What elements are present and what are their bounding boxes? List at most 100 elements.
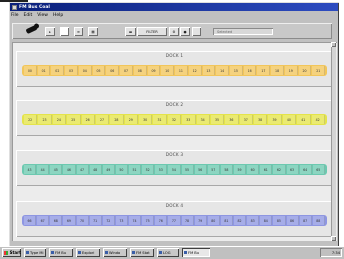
dock-slot[interactable]: 32: [167, 115, 182, 124]
dock-slot[interactable]: 69: [63, 216, 76, 225]
dock-slot[interactable]: 85: [273, 216, 286, 225]
dock-slot[interactable]: 72: [102, 216, 115, 225]
dock-slot[interactable]: 25: [67, 115, 81, 124]
dock-slot[interactable]: 77: [168, 216, 181, 225]
select-tool-button[interactable]: ▸: [45, 27, 55, 36]
dock-slot[interactable]: 83: [247, 216, 260, 225]
dock-slot[interactable]: 74: [129, 216, 142, 225]
new-button[interactable]: [60, 27, 69, 36]
dock-slot[interactable]: 54: [168, 165, 181, 174]
dock-slot[interactable]: 61: [260, 165, 273, 174]
dock-slot[interactable]: 76: [155, 216, 168, 225]
task-button-6[interactable]: LOG: [157, 248, 179, 257]
dock-slot[interactable]: 88: [312, 216, 325, 225]
dock-slot[interactable]: 09: [147, 66, 161, 75]
dock-slot[interactable]: 06: [106, 66, 120, 75]
menu-edit[interactable]: Edit: [24, 13, 33, 18]
dock-slot[interactable]: 79: [194, 216, 207, 225]
dock-slot[interactable]: 82: [234, 216, 247, 225]
dock-slot[interactable]: 64: [299, 165, 312, 174]
dock-slot[interactable]: 23: [38, 115, 52, 124]
dock-slot[interactable]: 46: [63, 165, 76, 174]
start-button[interactable]: Start: [2, 248, 21, 257]
clock[interactable]: 7:34: [332, 251, 340, 255]
dock-slot[interactable]: 08: [133, 66, 147, 75]
title-bar[interactable]: FM Bus Coal: [10, 3, 338, 11]
dock-slot[interactable]: 26: [81, 115, 95, 124]
dock-slot[interactable]: 52: [142, 165, 155, 174]
dock-slot[interactable]: 59: [234, 165, 247, 174]
dock-slot[interactable]: 19: [284, 66, 298, 75]
dock-slot[interactable]: 44: [37, 165, 50, 174]
dock-slot[interactable]: 34: [196, 115, 210, 124]
dock-slot[interactable]: 86: [286, 216, 299, 225]
dock-slot[interactable]: 65: [312, 165, 325, 174]
dock-slot[interactable]: 07: [120, 66, 133, 75]
dock-slot[interactable]: 10: [161, 66, 175, 75]
menu-file[interactable]: File: [11, 13, 19, 18]
dock-slot[interactable]: 81: [220, 216, 233, 225]
dock-slot[interactable]: 73: [115, 216, 128, 225]
dock-slot[interactable]: 36: [225, 115, 239, 124]
menu-view[interactable]: View: [37, 13, 48, 18]
help-button[interactable]: ●: [180, 27, 190, 36]
task-button-3[interactable]: Explori: [76, 248, 100, 257]
dock-slot[interactable]: 55: [181, 165, 194, 174]
tool-button[interactable]: ⚙: [169, 27, 179, 36]
dock-slot[interactable]: 39: [268, 115, 282, 124]
dock-slot[interactable]: 45: [50, 165, 63, 174]
dock-slot[interactable]: 49: [102, 165, 115, 174]
selection-field[interactable]: Selected: [213, 28, 273, 35]
dock-slot[interactable]: 02: [51, 66, 65, 75]
dock-slot[interactable]: 12: [188, 66, 202, 75]
dock-slot[interactable]: 30: [139, 115, 153, 124]
task-button-2[interactable]: FM Bu: [49, 248, 73, 257]
grid-button[interactable]: ▦: [88, 27, 98, 36]
dock-slot[interactable]: 29: [124, 115, 138, 124]
dock-slot[interactable]: 68: [50, 216, 63, 225]
dock-slot[interactable]: 48: [89, 165, 102, 174]
dock-slot[interactable]: 41: [297, 115, 311, 124]
key-icon[interactable]: [25, 24, 38, 35]
dock-slot[interactable]: 80: [207, 216, 220, 225]
dock-slot[interactable]: 62: [273, 165, 286, 174]
dock-slot[interactable]: 38: [254, 115, 268, 124]
dock-slot[interactable]: 17: [257, 66, 271, 75]
task-button-7[interactable]: FM Bu: [182, 248, 210, 257]
dock-slot[interactable]: 03: [65, 66, 78, 75]
vertical-scrollbar[interactable]: [331, 42, 336, 241]
dock-slot[interactable]: 51: [129, 165, 142, 174]
dock-slot[interactable]: 18: [271, 66, 284, 75]
dock-slot[interactable]: 00: [24, 66, 37, 75]
dock-slot[interactable]: 56: [194, 165, 207, 174]
dock-slot[interactable]: 78: [181, 216, 194, 225]
dock-slot[interactable]: 21: [312, 66, 326, 75]
dock-slot[interactable]: 20: [298, 66, 312, 75]
list-button[interactable]: ≡: [74, 27, 83, 36]
dock-slot[interactable]: 50: [115, 165, 128, 174]
dock-slot[interactable]: 11: [175, 66, 188, 75]
filter-button[interactable]: FILTER: [137, 27, 167, 36]
dock-slot[interactable]: 66: [24, 216, 37, 225]
dock-slot[interactable]: 37: [239, 115, 253, 124]
task-button-4[interactable]: Windo: [103, 248, 127, 257]
dock-slot[interactable]: 40: [282, 115, 297, 124]
dock-slot[interactable]: 60: [247, 165, 260, 174]
dock-slot[interactable]: 35: [210, 115, 225, 124]
scroll-up-arrow[interactable]: [331, 42, 336, 47]
dock-slot[interactable]: 24: [52, 115, 67, 124]
dock-slot[interactable]: 01: [37, 66, 51, 75]
dock-slot[interactable]: 14: [216, 66, 230, 75]
dock-slot[interactable]: 58: [220, 165, 233, 174]
dock-slot[interactable]: 13: [202, 66, 216, 75]
dock-slot[interactable]: 67: [37, 216, 50, 225]
dock-slot[interactable]: 84: [260, 216, 273, 225]
dock-slot[interactable]: 71: [89, 216, 102, 225]
dock-slot[interactable]: 27: [95, 115, 110, 124]
dock-slot[interactable]: 63: [286, 165, 299, 174]
dock-slot[interactable]: 42: [311, 115, 325, 124]
dock-slot[interactable]: 16: [243, 66, 257, 75]
menu-help[interactable]: Help: [53, 13, 63, 18]
dock-slot[interactable]: 75: [142, 216, 155, 225]
dock-slot[interactable]: 05: [92, 66, 106, 75]
